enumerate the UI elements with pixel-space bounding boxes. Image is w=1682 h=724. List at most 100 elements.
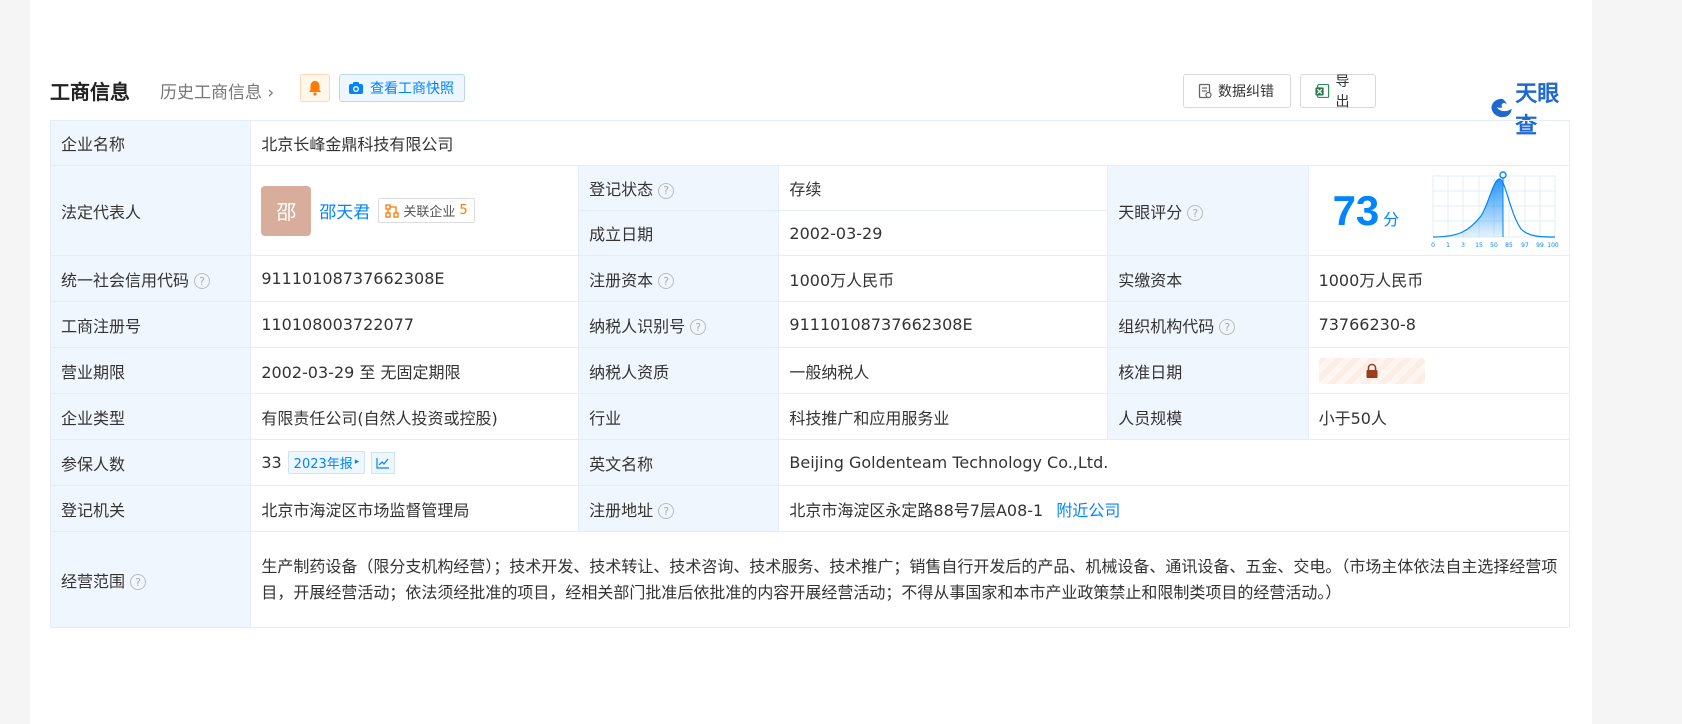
biz-scope-label-text: 经营范围 [61, 571, 126, 591]
reg-address-cell: 北京市海淀区永定路88号7层A08-1 附近公司 [778, 485, 1570, 532]
table-row: 法定代表人 邵 邵天君 关联企业 5 登记状态 ? 存续 天眼评分 ? 73 分… [49, 165, 1571, 256]
data-correction-label: 数据纠错 [1218, 84, 1274, 100]
business-info-card: 工商信息 历史工商信息 › 查看工商快照 数据纠错 导出 天眼查 企业名称 北京… [30, 0, 1592, 724]
history-info-link[interactable]: 历史工商信息 › [160, 78, 274, 103]
caret-right-icon: ▸ [354, 457, 360, 468]
document-edit-icon [1198, 83, 1212, 99]
help-icon[interactable]: ? [130, 574, 147, 590]
org-code-label: 组织机构代码? [1107, 301, 1309, 348]
credit-code-label: 统一社会信用代码? [49, 255, 252, 302]
credit-code-label-text: 统一社会信用代码 [61, 270, 190, 290]
avatar[interactable]: 邵 [261, 185, 312, 236]
help-icon[interactable]: ? [194, 273, 211, 289]
reg-capital-label-text: 注册资本 [589, 270, 654, 290]
tianyan-score-label: 天眼评分? [1107, 165, 1309, 256]
help-icon[interactable]: ? [658, 503, 675, 519]
x-tick-label: 50 [1490, 242, 1498, 249]
help-icon[interactable]: ? [690, 319, 707, 335]
reg-authority-label: 登记机关 [49, 485, 252, 532]
table-row: 经营范围? 生产制药设备（限分支机构经营）；技术开发、技术转让、技术咨询、技术服… [49, 531, 1570, 628]
help-icon[interactable]: ? [658, 182, 675, 199]
x-tick-label: 0 [1431, 242, 1435, 249]
business-info-table: 企业名称 北京长峰金鼎科技有限公司 法定代表人 邵 邵天君 关联企业 5 登记状… [49, 120, 1571, 628]
help-icon[interactable]: ? [1187, 205, 1204, 221]
legal-rep-name[interactable]: 邵天君 [319, 198, 370, 223]
x-tick-label: 100 [1547, 242, 1559, 249]
taxpayer-id-label: 纳税人识别号? [578, 301, 780, 348]
paid-capital-label: 实缴资本 [1107, 255, 1309, 302]
biz-scope-label: 经营范围? [49, 531, 252, 628]
nearby-companies-link[interactable]: 附近公司 [1056, 501, 1120, 520]
annual-report-button[interactable]: 2023年报 ▸ [287, 450, 366, 474]
score-distribution-chart: 0 1 3 15 50 85 97 99 100 [1431, 170, 1559, 249]
reg-no-value: 110108003722077 [250, 301, 580, 348]
table-row: 参保人数 33 2023年报 ▸ 英文名称 Beijing Goldenteam T… [49, 439, 1570, 486]
section-title: 工商信息 [50, 80, 130, 104]
biz-term-label: 营业期限 [49, 347, 252, 394]
x-tick-label: 97 [1521, 242, 1529, 249]
history-info-label: 历史工商信息 [160, 83, 262, 103]
score-value: 73 [1332, 186, 1380, 234]
follow-bell-button[interactable] [300, 74, 330, 102]
org-code-label-text: 组织机构代码 [1118, 316, 1215, 336]
biz-term-value: 2002-03-29 至 无固定期限 [250, 347, 580, 394]
x-tick-label: 15 [1475, 242, 1483, 249]
tianyan-score-cell[interactable]: 73 分 0 1 3 15 50 85 97 99 100 [1307, 165, 1571, 256]
score-unit: 分 [1383, 209, 1400, 229]
reg-authority-value: 北京市海淀区市场监督管理局 [250, 485, 580, 532]
reg-address-label-text: 注册地址 [589, 500, 654, 520]
legal-rep-label: 法定代表人 [49, 165, 252, 256]
reg-address-label: 注册地址? [578, 485, 780, 532]
taxpayer-qual-label: 纳税人资质 [578, 347, 780, 394]
table-row: 营业期限 2002-03-29 至 无固定期限 纳税人资质 一般纳税人 核准日期 [49, 347, 1571, 394]
data-correction-button[interactable]: 数据纠错 [1183, 74, 1291, 108]
taxpayer-id-value: 91110108737662308E [778, 301, 1109, 348]
industry-label: 行业 [578, 393, 780, 440]
reg-capital-label: 注册资本? [578, 255, 780, 302]
annual-report-label: 2023年报 [293, 456, 353, 472]
table-row: 企业名称 北京长峰金鼎科技有限公司 [49, 120, 1570, 166]
taxpayer-qual-value: 一般纳税人 [778, 347, 1109, 394]
locked-value-button[interactable] [1318, 357, 1425, 384]
x-tick-label: 99 [1536, 242, 1544, 249]
export-label: 导出 [1335, 74, 1350, 110]
approve-date-label: 核准日期 [1107, 347, 1309, 394]
reg-capital-value: 1000万人民币 [778, 255, 1109, 302]
reg-status-label-text: 登记状态 [589, 180, 654, 199]
approve-date-cell [1307, 347, 1571, 394]
section-header: 工商信息 历史工商信息 › 查看工商快照 数据纠错 导出 天眼查 [50, 72, 1570, 139]
table-row: 工商注册号 110108003722077 纳税人识别号? 9111010873… [49, 301, 1571, 348]
chevron-right-icon: › [267, 83, 275, 103]
help-icon[interactable]: ? [1219, 319, 1236, 335]
staff-size-value: 小于50人 [1307, 393, 1571, 440]
related-companies-label: 关联企业 [403, 205, 456, 220]
network-icon [385, 203, 399, 218]
industry-value: 科技推广和应用服务业 [778, 393, 1109, 440]
reg-status-value: 存续 [778, 165, 1109, 211]
x-tick-label: 1 [1446, 242, 1450, 249]
tianyan-score-label-text: 天眼评分 [1118, 202, 1183, 222]
bell-icon [309, 81, 321, 96]
view-snapshot-label: 查看工商快照 [370, 81, 454, 97]
lock-icon [1366, 363, 1378, 378]
excel-icon [1315, 84, 1330, 98]
company-type-label: 企业类型 [49, 393, 252, 440]
help-icon[interactable]: ? [658, 273, 675, 289]
credit-code-value: 91110108737662308E [250, 255, 580, 302]
company-name-label: 企业名称 [49, 120, 252, 166]
biz-scope-value: 生产制药设备（限分支机构经营）；技术开发、技术转让、技术咨询、技术服务、技术推广… [250, 531, 1570, 628]
related-companies-button[interactable]: 关联企业 5 [378, 198, 475, 223]
found-date-value: 2002-03-29 [778, 210, 1109, 256]
org-code-value: 73766230-8 [1307, 301, 1571, 348]
export-button[interactable]: 导出 [1300, 74, 1376, 110]
camera-icon [349, 82, 363, 94]
table-row: 登记机关 北京市海淀区市场监督管理局 注册地址? 北京市海淀区永定路88号7层A… [49, 485, 1570, 532]
english-name-value: Beijing Goldenteam Technology Co.,Ltd. [778, 439, 1570, 486]
insured-cell: 33 2023年报 ▸ [250, 439, 580, 486]
trend-chart-button[interactable] [371, 452, 396, 475]
reg-status-label: 登记状态? [578, 165, 780, 211]
x-tick-label: 85 [1505, 242, 1513, 249]
view-snapshot-button[interactable]: 查看工商快照 [339, 74, 465, 102]
company-name-value: 北京长峰金鼎科技有限公司 [250, 120, 1570, 166]
paid-capital-value: 1000万人民币 [1307, 255, 1571, 302]
